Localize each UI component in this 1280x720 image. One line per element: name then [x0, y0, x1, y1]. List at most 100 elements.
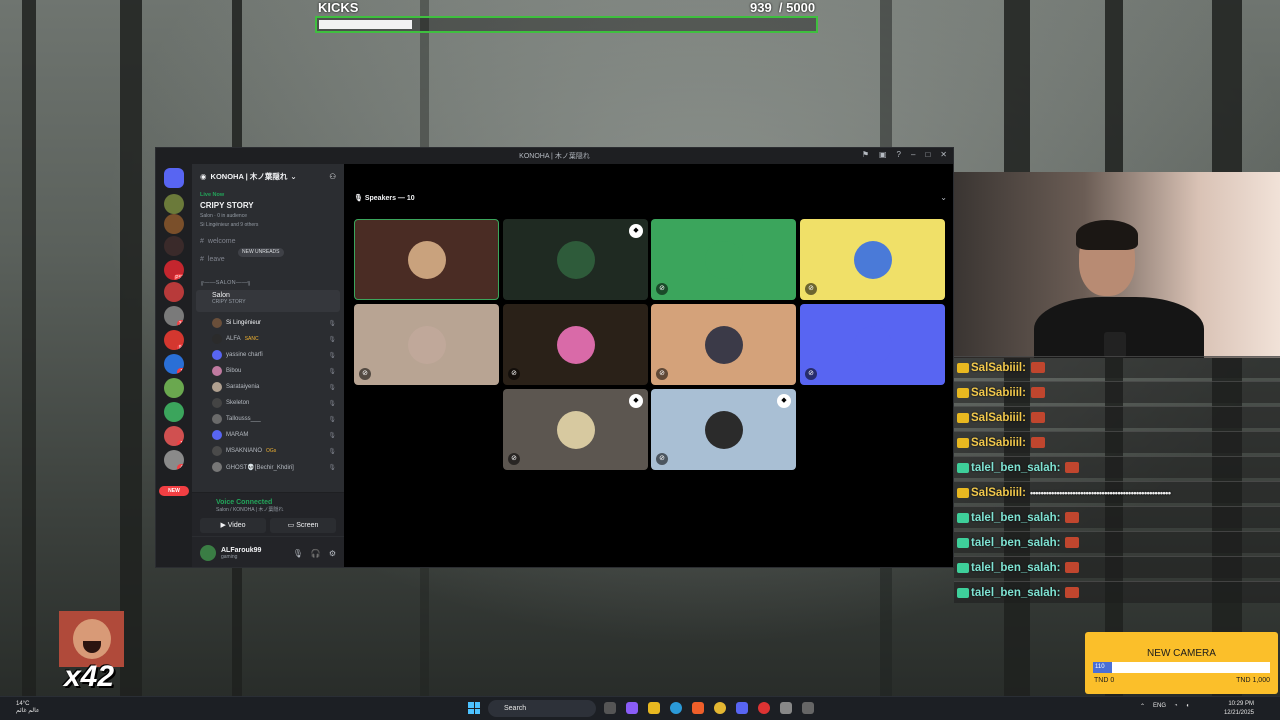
- copilot-icon[interactable]: [626, 702, 638, 714]
- discord-icon[interactable]: [736, 702, 748, 714]
- muted-icon: ⊘: [656, 283, 668, 295]
- user-status: gaming: [221, 553, 238, 560]
- server-header[interactable]: ◉ KONOHA | 木ノ葉隠れ ⌄ ⚇: [192, 164, 344, 188]
- kicks-title: KICKS: [318, 0, 359, 15]
- app-icon[interactable]: [780, 702, 792, 714]
- voice-channel-salon[interactable]: Salon CRIPY STORY: [196, 290, 340, 312]
- minimize-icon[interactable]: –: [911, 150, 915, 159]
- server-icon[interactable]: 1: [164, 354, 184, 374]
- chat-badge-icon: [957, 437, 969, 448]
- emote-image: [59, 611, 124, 667]
- chat-badge-icon: [957, 537, 969, 548]
- gear-icon[interactable]: ⚙: [329, 549, 336, 558]
- headphones-icon[interactable]: 🎧: [311, 549, 321, 558]
- voice-member[interactable]: Tallousss___ 🎙: [212, 412, 336, 426]
- server-icon[interactable]: [164, 194, 184, 214]
- voice-member[interactable]: MARAM 🎙: [212, 428, 336, 442]
- server-icon[interactable]: [164, 236, 184, 256]
- voice-member[interactable]: ALFA SANC 🎙: [212, 332, 336, 346]
- live-stage-card[interactable]: Live Now CRIPY STORY Salon · 0 in audien…: [192, 188, 344, 240]
- voice-member[interactable]: GHOST💀[Bechir_Khdiri] 🎙: [212, 460, 336, 474]
- window-title: KONOHA | 木ノ葉隠れ: [519, 153, 590, 160]
- kicks-count: 939 / 5000: [750, 0, 816, 15]
- server-icon[interactable]: 4: [164, 450, 184, 470]
- close-icon[interactable]: ✕: [940, 150, 947, 159]
- server-icon[interactable]: 31: [164, 306, 184, 326]
- chat-badge-icon: [957, 412, 969, 423]
- speaker-tile[interactable]: ⊘: [651, 219, 796, 300]
- new-unreads-pill[interactable]: NEW UNREADS: [238, 248, 284, 257]
- wifi-icon[interactable]: ◔: [1174, 703, 1178, 710]
- speaker-tile[interactable]: ⊘ ◆: [651, 389, 796, 470]
- voice-member[interactable]: Si Lingénieur 🎙: [212, 316, 336, 330]
- brave-icon[interactable]: [692, 702, 704, 714]
- server-icon[interactable]: [164, 378, 184, 398]
- weather-widget[interactable]: 14°C عالم غائم: [16, 701, 40, 715]
- voice-member[interactable]: Skeleton 🎙: [212, 396, 336, 410]
- speaker-tile[interactable]: [354, 219, 499, 300]
- inbox-icon[interactable]: ⚑: [862, 150, 869, 159]
- avatar[interactable]: [200, 545, 216, 561]
- server-icon[interactable]: [164, 214, 184, 234]
- server-icon[interactable]: PST: [164, 260, 184, 280]
- avatar: [212, 350, 222, 360]
- channel-welcome[interactable]: # welcome: [200, 238, 236, 245]
- windows-start-icon[interactable]: [468, 702, 480, 714]
- voice-connected-status: Voice Connected: [216, 499, 273, 506]
- voice-connected-subtitle[interactable]: Salon / KONOHA | 木ノ葉隠れ: [200, 506, 336, 513]
- speaker-tile[interactable]: ⊘: [651, 304, 796, 385]
- add-member-icon[interactable]: ⚇: [329, 172, 336, 181]
- volume-icon[interactable]: ◖: [1186, 703, 1190, 710]
- obs-icon[interactable]: [758, 702, 770, 714]
- voice-member[interactable]: MSAKNIANO OGs 🎙: [212, 444, 336, 458]
- chat-emote-icon: [1065, 512, 1080, 523]
- speaker-tile[interactable]: ⊘: [354, 304, 499, 385]
- help-icon[interactable]: ?: [897, 150, 901, 159]
- edge-icon[interactable]: [670, 702, 682, 714]
- discord-home-icon[interactable]: [164, 168, 184, 188]
- server-icon[interactable]: [164, 282, 184, 302]
- member-name: Bibou: [226, 368, 242, 374]
- muted-icon: ⊘: [508, 368, 520, 380]
- speakers-header: 🎙 Speakers — 10: [354, 194, 415, 202]
- chat-text: ••••••••••••••••••••••••••••••••••••••••…: [1029, 487, 1171, 498]
- microphone-icon[interactable]: 🎙: [293, 549, 303, 558]
- language-indicator[interactable]: ENG: [1153, 703, 1166, 710]
- speaker-tile[interactable]: ◆: [503, 219, 648, 300]
- channel-label: leave: [207, 256, 225, 263]
- voice-member[interactable]: Bibou 🎙: [212, 364, 336, 378]
- server-icon[interactable]: [164, 402, 184, 422]
- taskbar-search[interactable]: Search: [488, 700, 596, 717]
- speaker-tile[interactable]: ⊘: [503, 304, 648, 385]
- speaker-tile[interactable]: ⊘: [800, 219, 945, 300]
- channel-leave[interactable]: # leave: [200, 256, 225, 263]
- video-button[interactable]: ▶ Video: [200, 518, 266, 533]
- avatar: [212, 334, 222, 344]
- muted-mic-icon: 🎙: [328, 464, 336, 471]
- chrome-icon[interactable]: [714, 702, 726, 714]
- voice-member[interactable]: yassine charfi 🎙: [212, 348, 336, 362]
- muted-icon: ⊘: [508, 453, 520, 465]
- screen-share-button[interactable]: ▭ Screen: [270, 518, 336, 533]
- muted-mic-icon: 🎙: [328, 352, 336, 359]
- member-name: Si Lingénieur: [226, 320, 262, 326]
- voice-member[interactable]: Sarataiyenia 🎙: [212, 380, 336, 394]
- maximize-icon[interactable]: □: [925, 150, 930, 159]
- chevron-down-icon[interactable]: ⌄: [940, 193, 947, 202]
- muted-mic-icon: 🎙: [328, 416, 336, 423]
- clock[interactable]: 10:29 PM 12/21/2025: [1224, 700, 1254, 718]
- member-name: ALFA: [226, 336, 241, 342]
- chevron-down-icon: ⌄: [290, 171, 297, 181]
- speaker-tile[interactable]: ⊘: [800, 304, 945, 385]
- chevron-up-icon[interactable]: ⌃: [1140, 703, 1145, 710]
- speaker-tile[interactable]: ⊘ ◆: [503, 389, 648, 470]
- chat-message: SalSabiiil: •••••••••••••••••••••••••••••…: [954, 481, 1280, 503]
- screen-icon[interactable]: ▣: [879, 150, 887, 159]
- file-explorer-icon[interactable]: [648, 702, 660, 714]
- app-icon[interactable]: [802, 702, 814, 714]
- task-view-icon[interactable]: [604, 702, 616, 714]
- server-icon[interactable]: 94: [164, 330, 184, 350]
- server-icon: ◉: [200, 171, 207, 181]
- server-icon[interactable]: 1: [164, 426, 184, 446]
- category-salon[interactable]: ╔——SALON——╗: [200, 280, 252, 286]
